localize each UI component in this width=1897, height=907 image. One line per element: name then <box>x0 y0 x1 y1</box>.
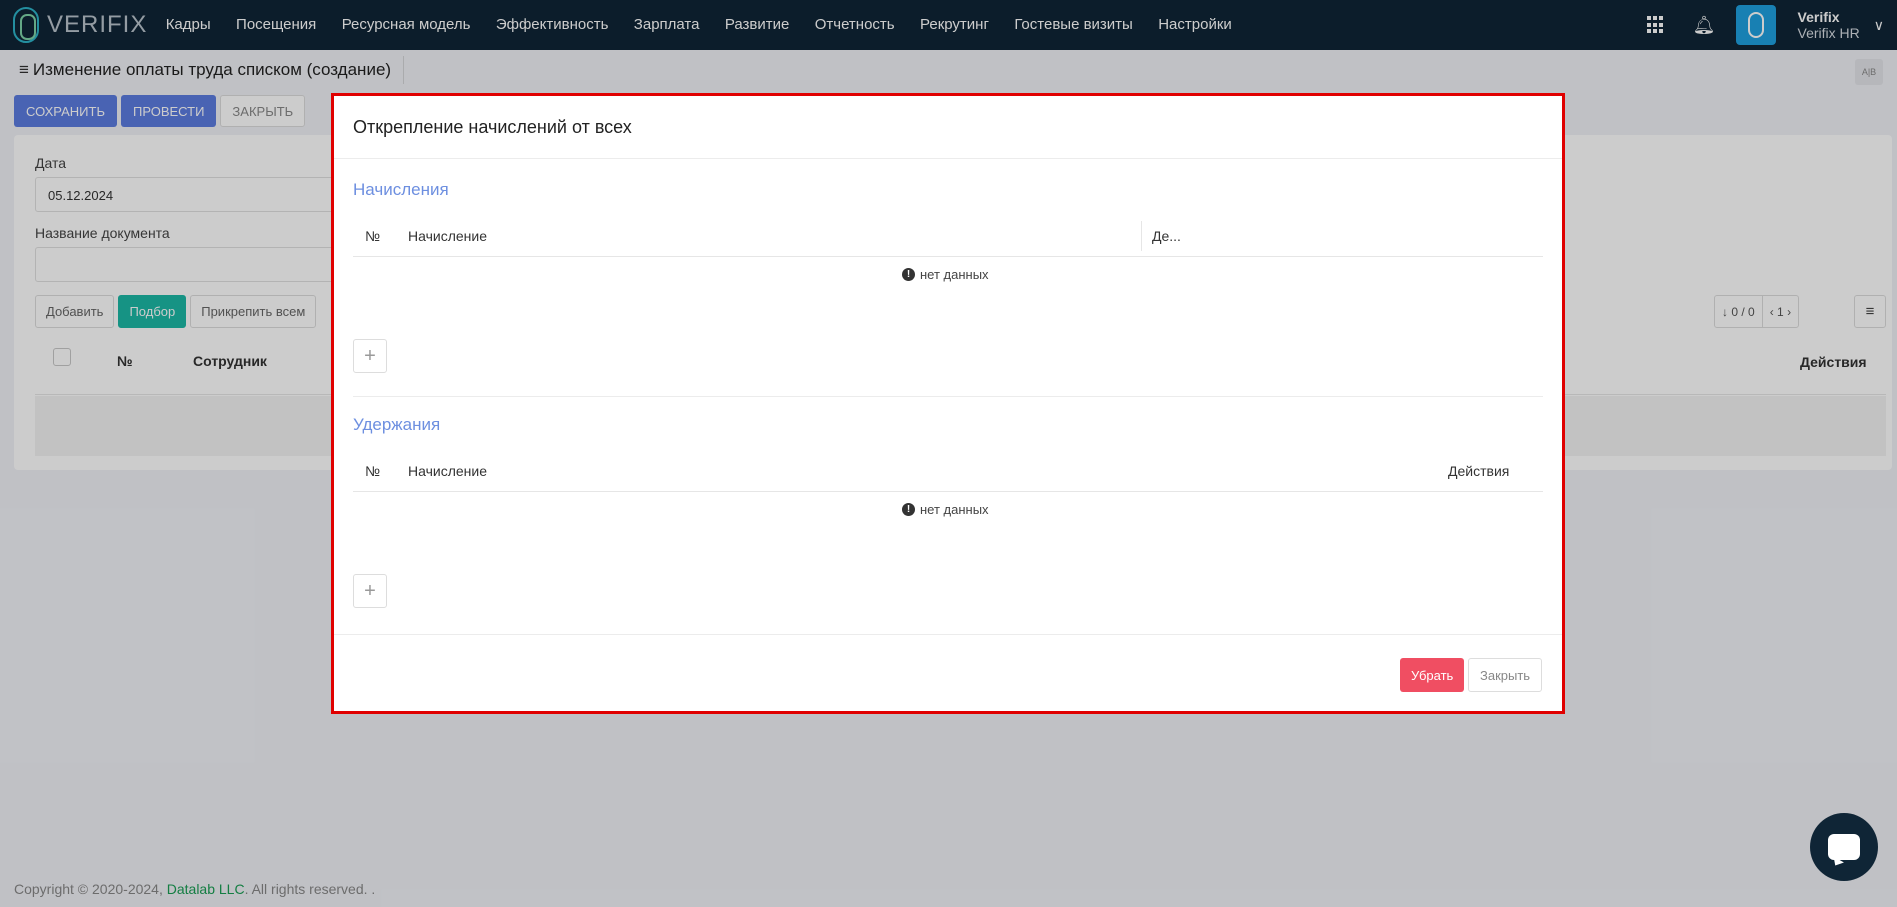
modal-header: Открепление начислений от всех <box>334 96 1562 159</box>
remove-button[interactable]: Убрать <box>1400 658 1465 692</box>
deductions-section-title: Удержания <box>353 415 441 434</box>
chat-bubble-icon <box>1828 834 1860 860</box>
close-modal-button[interactable]: Закрыть <box>1468 658 1543 692</box>
column-resize-handle[interactable] <box>1141 221 1142 251</box>
deductions-empty-text: нет данных <box>920 502 989 517</box>
chat-button[interactable] <box>1810 813 1878 881</box>
accruals-col-name[interactable]: Начисление <box>408 228 487 244</box>
info-icon: ! <box>902 503 915 516</box>
accruals-header-line <box>353 256 1543 257</box>
modal-title: Открепление начислений от всех <box>353 116 632 137</box>
accruals-empty: ! нет данных <box>902 267 989 282</box>
accruals-empty-text: нет данных <box>920 267 989 282</box>
info-icon: ! <box>902 268 915 281</box>
accruals-col-extra[interactable]: Де... <box>1152 228 1181 244</box>
deductions-col-actions: Действия <box>1448 463 1510 479</box>
accruals-section-title: Начисления <box>353 180 449 199</box>
add-deduction-button[interactable]: + <box>353 574 387 608</box>
deductions-header-line <box>353 491 1543 492</box>
modal-footer-divider <box>334 634 1562 635</box>
accruals-col-num: № <box>365 228 381 244</box>
deductions-col-name[interactable]: Начисление <box>408 463 487 479</box>
deductions-col-num: № <box>365 463 381 479</box>
section-divider <box>353 396 1543 397</box>
deductions-empty: ! нет данных <box>902 502 989 517</box>
detach-accruals-modal: Открепление начислений от всех Начислени… <box>331 93 1565 714</box>
add-accrual-button[interactable]: + <box>353 339 387 373</box>
